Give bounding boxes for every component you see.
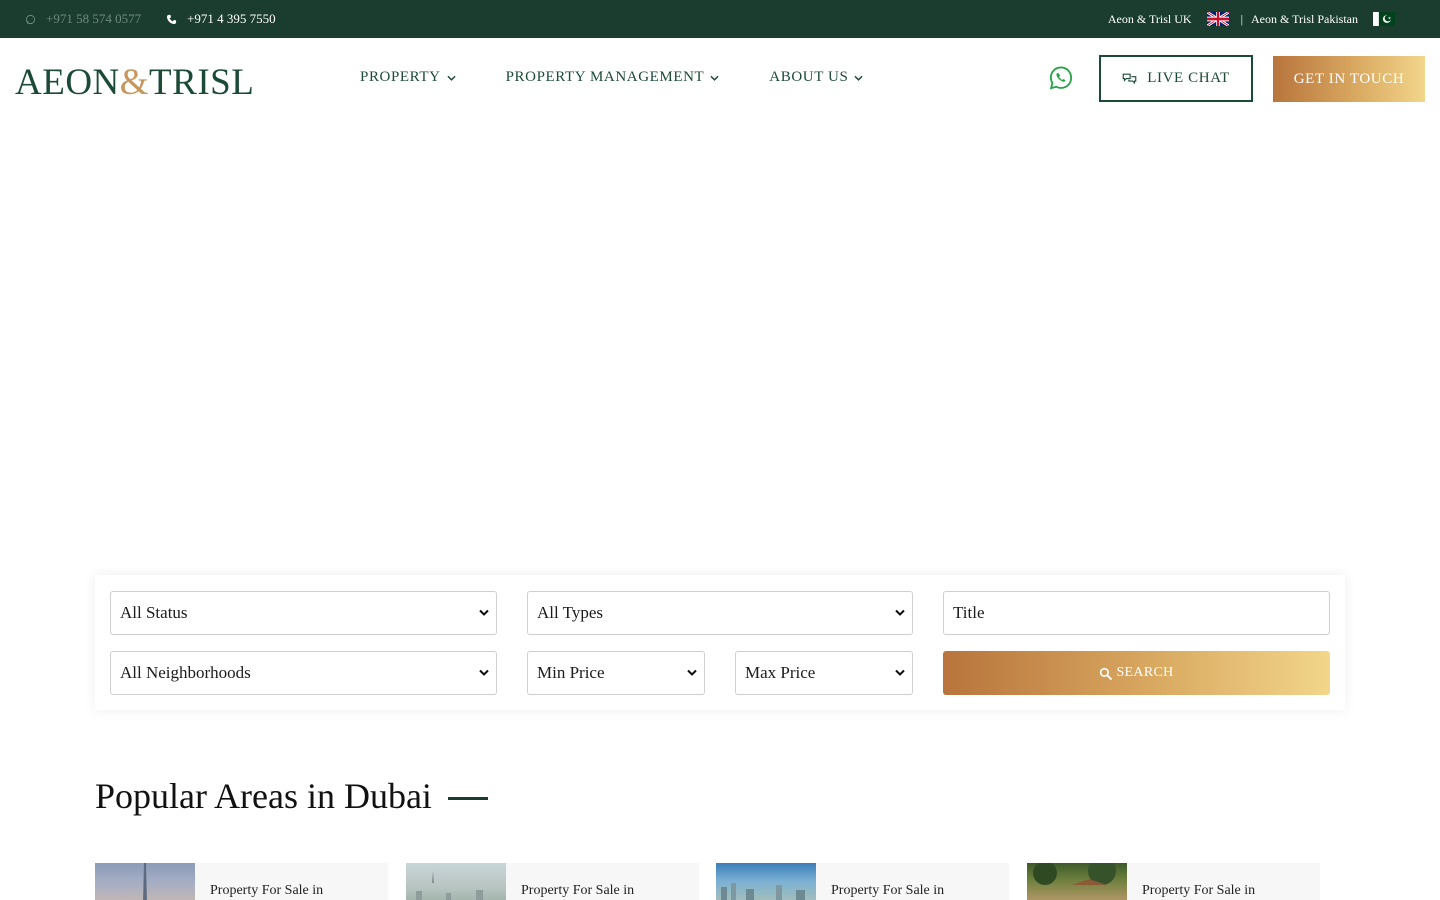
area-card[interactable]: Property For Sale in <box>406 863 699 900</box>
phone-contact[interactable]: +971 4 395 7550 <box>166 11 276 27</box>
nav-property-label: PROPERTY <box>360 69 441 85</box>
pakistan-link[interactable]: Aeon & Trisl Pakistan <box>1251 12 1358 27</box>
status-select[interactable]: All Status <box>110 591 497 635</box>
chevron-down-icon <box>895 669 905 676</box>
chevron-down-icon <box>479 609 489 616</box>
property-search-panel: All Status All Types Title All Neighborh… <box>95 575 1345 710</box>
area-card-image <box>1027 863 1127 900</box>
phone-icon <box>167 14 177 24</box>
whatsapp-contact[interactable]: +971 58 574 0577 <box>25 11 141 27</box>
nav-property[interactable]: PROPERTY <box>360 69 456 86</box>
min-price-select[interactable]: Min Price <box>527 651 705 695</box>
heading-rule <box>447 796 488 800</box>
main-nav: PROPERTY PROPERTY MANAGEMENT ABOUT US <box>360 69 913 86</box>
nav-property-management[interactable]: PROPERTY MANAGEMENT <box>506 69 720 86</box>
nav-about-us[interactable]: ABOUT US <box>769 69 864 86</box>
search-button-label: SEARCH <box>1116 665 1174 680</box>
live-chat-label: LIVE CHAT <box>1147 70 1230 86</box>
title-input[interactable]: Title <box>943 591 1330 635</box>
skyline-image <box>721 883 805 900</box>
neighborhood-select[interactable]: All Neighborhoods <box>110 651 497 695</box>
area-card-image <box>716 863 816 900</box>
uk-flag-icon[interactable] <box>1206 12 1229 26</box>
whatsapp-number: +971 58 574 0577 <box>46 11 142 26</box>
regional-links: Aeon & Trisl UK | Aeon & Trisl Pakistan <box>1108 0 1395 38</box>
area-card[interactable]: Property For Sale in <box>716 863 1009 900</box>
search-icon <box>1100 667 1113 680</box>
phone-number: +971 4 395 7550 <box>187 11 276 26</box>
get-in-touch-label: GET IN TOUCH <box>1293 70 1405 87</box>
top-bar-contacts: +971 58 574 0577 +971 4 395 7550 <box>25 0 301 38</box>
palm-trees-image <box>1033 863 1116 885</box>
chevron-down-icon <box>854 75 864 81</box>
whatsapp-icon <box>25 14 36 24</box>
top-bar: +971 58 574 0577 +971 4 395 7550 Aeon & … <box>0 0 1440 38</box>
skyline-image <box>143 863 147 900</box>
link-separator: | <box>1240 11 1243 26</box>
area-card-label: Property For Sale in <box>210 883 324 898</box>
area-card[interactable]: Property For Sale in <box>95 863 388 900</box>
max-price-select[interactable]: Max Price <box>735 651 913 695</box>
site-logo[interactable]: AEON&TRISL <box>15 63 254 103</box>
area-card-label: Property For Sale in <box>1142 883 1256 898</box>
get-in-touch-button[interactable]: GET IN TOUCH <box>1273 56 1425 102</box>
area-card-label: Property For Sale in <box>521 883 635 898</box>
chevron-down-icon <box>710 75 719 81</box>
neighborhood-select-value: All Neighborhoods <box>120 663 251 682</box>
pakistan-flag-icon[interactable] <box>1373 12 1395 26</box>
skyline-image <box>416 871 483 900</box>
live-chat-button[interactable]: LIVE CHAT <box>1099 55 1253 102</box>
chat-bubbles-icon <box>1122 73 1137 85</box>
title-input-placeholder: Title <box>953 603 985 622</box>
popular-areas-heading: Popular Areas in Dubai <box>95 775 488 817</box>
popular-areas-cards: Property For Sale in Property For Sale i… <box>95 863 1345 900</box>
type-select-value: All Types <box>537 603 604 622</box>
search-button[interactable]: SEARCH <box>943 651 1330 695</box>
max-price-select-value: Max Price <box>745 663 816 682</box>
chevron-down-icon <box>895 609 905 616</box>
nav-about-us-label: ABOUT US <box>769 69 849 85</box>
chevron-down-icon <box>446 75 456 81</box>
area-card-image <box>95 863 195 900</box>
logo-text-aeon: AEON <box>15 62 120 103</box>
whatsapp-icon[interactable] <box>1048 65 1074 91</box>
area-card-image <box>406 863 506 900</box>
type-select[interactable]: All Types <box>527 591 913 635</box>
area-card-label: Property For Sale in <box>831 883 945 898</box>
popular-areas-title: Popular Areas in Dubai <box>95 776 432 816</box>
chevron-down-icon <box>479 669 489 676</box>
min-price-select-value: Min Price <box>537 663 605 682</box>
nav-property-management-label: PROPERTY MANAGEMENT <box>505 69 705 85</box>
status-select-value: All Status <box>120 603 188 622</box>
uk-link[interactable]: Aeon & Trisl UK <box>1108 12 1192 27</box>
logo-ampersand: & <box>119 62 150 103</box>
logo-text-trisl: TRISL <box>149 62 255 103</box>
chevron-down-icon <box>687 669 697 676</box>
area-card[interactable]: Property For Sale in <box>1027 863 1320 900</box>
main-header: AEON&TRISL PROPERTY PROPERTY MANAGEMENT … <box>0 38 1440 120</box>
